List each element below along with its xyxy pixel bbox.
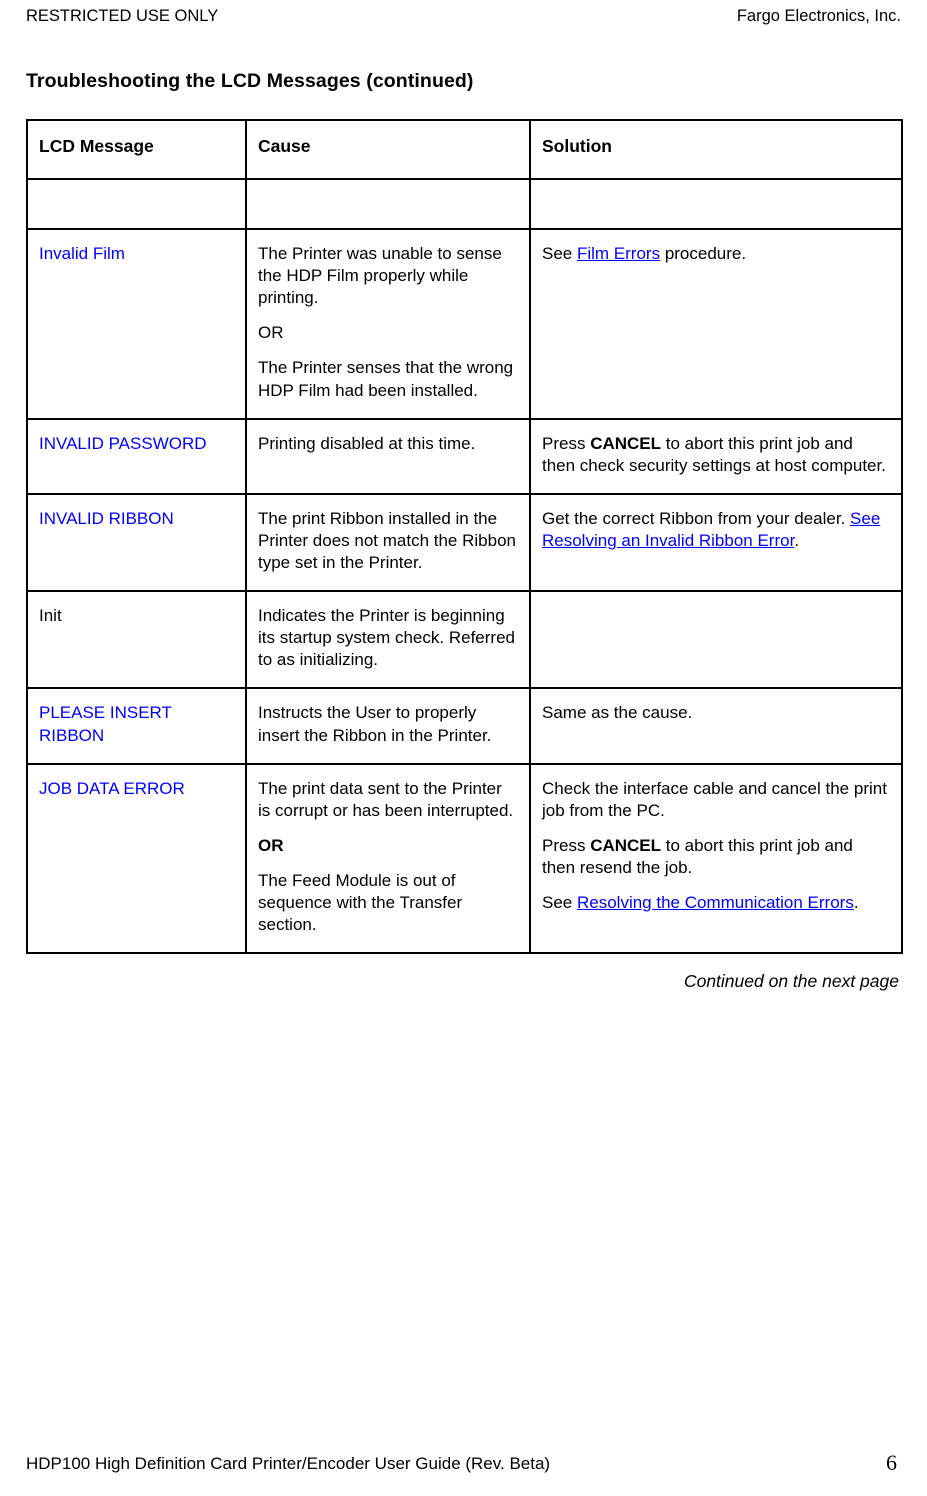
spacer-cell-message	[26, 178, 247, 231]
page-title: Troubleshooting the LCD Messages (contin…	[26, 69, 474, 92]
cause-paragraph: The Printer was unable to sense the HDP …	[258, 244, 502, 308]
solution-text-pre: Press	[542, 835, 591, 855]
cell-lcd-message: INVALID PASSWORD	[26, 417, 247, 495]
table-header-row: LCD Message Cause Solution	[26, 119, 903, 181]
cell-solution	[529, 590, 903, 690]
cell-solution: Press CANCEL to abort this print job and…	[529, 417, 903, 495]
table-row: Init Indicates the Printer is beginning …	[26, 590, 903, 690]
cell-solution: Get the correct Ribbon from your dealer.…	[529, 492, 903, 593]
table-row: Invalid Film The Printer was unable to s…	[26, 228, 903, 420]
key-cancel-label: CANCEL	[590, 433, 662, 453]
cell-lcd-message: PLEASE INSERT RIBBON	[26, 687, 247, 765]
cause-or-separator: OR	[258, 323, 284, 343]
solution-text-pre: Press	[542, 433, 591, 453]
lcd-message-text: Init	[39, 606, 62, 626]
lcd-message-text: Invalid Film	[39, 244, 125, 264]
cell-solution: Same as the cause.	[529, 687, 903, 765]
cell-solution: See Film Errors procedure.	[529, 228, 903, 420]
table-row: INVALID RIBBON The print Ribbon installe…	[26, 492, 903, 593]
solution-paragraph: Get the correct Ribbon from your dealer.…	[542, 508, 890, 552]
table-row: PLEASE INSERT RIBBON Instructs the User …	[26, 687, 903, 765]
cell-solution: Check the interface cable and cancel the…	[529, 762, 903, 955]
cell-cause: Printing disabled at this time.	[245, 417, 531, 495]
cause-paragraph: The Feed Module is out of sequence with …	[258, 870, 463, 935]
cell-cause: The Printer was unable to sense the HDP …	[245, 228, 531, 420]
key-cancel-label: CANCEL	[590, 835, 662, 855]
running-header: RESTRICTED USE ONLY Fargo Electronics, I…	[26, 0, 901, 26]
continued-note: Continued on the next page	[683, 971, 899, 992]
spacer-cell-solution	[529, 178, 903, 231]
page-number: 6	[886, 1450, 897, 1475]
solution-paragraph: Check the interface cable and cancel the…	[542, 778, 887, 820]
cause-paragraph: Indicates the Printer is beginning its s…	[258, 606, 515, 670]
cause-or-separator: OR	[258, 835, 284, 855]
table-row: INVALID PASSWORD Printing disabled at th…	[26, 417, 903, 495]
lcd-message-text: PLEASE INSERT RIBBON	[39, 703, 172, 745]
document-page: RESTRICTED USE ONLY Fargo Electronics, I…	[0, 0, 927, 1496]
cell-lcd-message: Invalid Film	[26, 228, 247, 420]
page-footer: HDP100 High Definition Card Printer/Enco…	[26, 1452, 901, 1474]
solution-paragraph: Press CANCEL to abort this print job and…	[542, 433, 890, 477]
cell-cause: Instructs the User to properly insert th…	[245, 687, 531, 765]
running-header-right: Fargo Electronics, Inc.	[736, 7, 901, 25]
solution-text-post: .	[794, 530, 800, 550]
cell-lcd-message: Init	[26, 590, 247, 690]
lcd-message-text: INVALID PASSWORD	[39, 433, 207, 453]
solution-paragraph: Press CANCEL to abort this print job and…	[542, 835, 890, 879]
table-row: JOB DATA ERROR The print data sent to th…	[26, 762, 903, 955]
lcd-messages-table: LCD Message Cause Solution Invalid Film …	[26, 119, 903, 955]
cause-paragraph: Instructs the User to properly insert th…	[258, 703, 492, 745]
cell-cause: The print data sent to the Printer is co…	[245, 762, 531, 955]
solution-paragraph: Same as the cause.	[542, 703, 693, 723]
lcd-message-text: JOB DATA ERROR	[39, 778, 185, 798]
cause-paragraph: Printing disabled at this time.	[258, 433, 476, 453]
cell-cause: The print Ribbon installed in the Printe…	[245, 492, 531, 593]
link-resolving-communication-errors[interactable]: Resolving the Communication Errors	[577, 893, 854, 912]
solution-paragraph: See Film Errors procedure.	[542, 243, 890, 265]
cell-cause: Indicates the Printer is beginning its s…	[245, 590, 531, 690]
solution-text-pre: See	[542, 892, 577, 912]
solution-text-pre: See	[542, 244, 577, 264]
lcd-message-text: INVALID RIBBON	[39, 508, 174, 528]
solution-text-post: procedure.	[660, 244, 747, 264]
solution-paragraph: See Resolving the Communication Errors.	[542, 892, 890, 914]
cell-lcd-message: JOB DATA ERROR	[26, 762, 247, 955]
column-header-lcd-message: LCD Message	[26, 119, 247, 181]
table-spacer-row	[26, 178, 903, 231]
cause-paragraph: The print Ribbon installed in the Printe…	[258, 508, 516, 573]
footer-document-title: HDP100 High Definition Card Printer/Enco…	[26, 1454, 551, 1474]
cell-lcd-message: INVALID RIBBON	[26, 492, 247, 593]
running-header-left: RESTRICTED USE ONLY	[26, 7, 219, 25]
column-header-cause: Cause	[245, 119, 531, 181]
cause-paragraph: The Printer senses that the wrong HDP Fi…	[258, 358, 514, 400]
link-film-errors[interactable]: Film Errors	[577, 244, 660, 263]
spacer-cell-cause	[245, 178, 531, 231]
solution-text-post: .	[853, 892, 859, 912]
solution-text-pre: Get the correct Ribbon from your dealer.	[542, 508, 851, 528]
cause-paragraph: The print data sent to the Printer is co…	[258, 778, 514, 820]
column-header-solution: Solution	[529, 119, 903, 181]
